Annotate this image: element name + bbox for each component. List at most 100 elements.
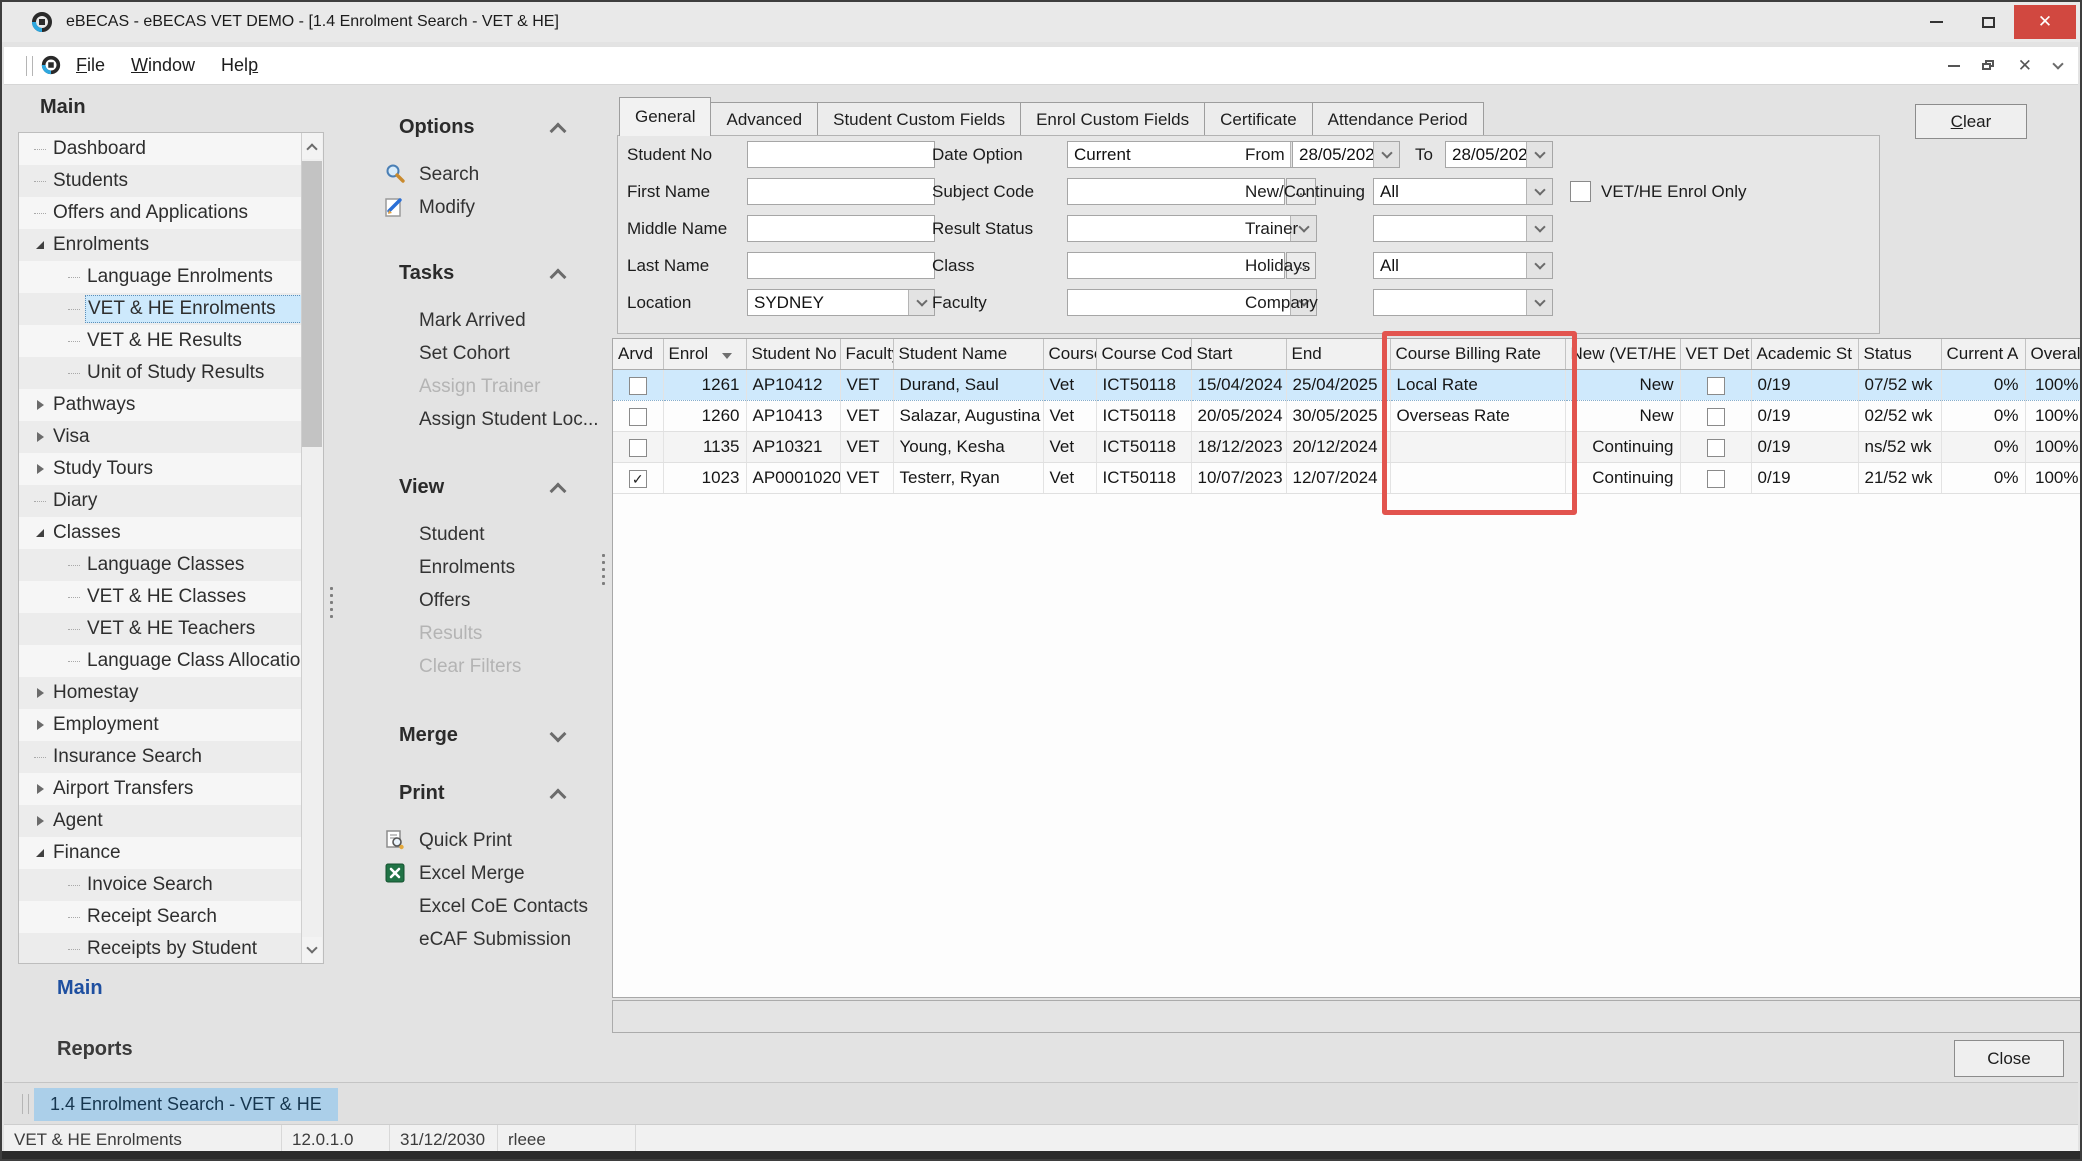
sidebar-item-language-enrolments[interactable]: Language Enrolments <box>19 261 302 293</box>
sidebar-item-diary[interactable]: Diary <box>19 485 302 517</box>
menu-help[interactable]: Help <box>221 55 258 76</box>
sidebar-item-enrolments[interactable]: Enrolments <box>19 229 302 261</box>
tree-scrollbar[interactable] <box>301 133 323 963</box>
window-close-button[interactable]: ✕ <box>2014 5 2076 39</box>
col-student-no[interactable]: Student No <box>746 339 840 370</box>
menu-window[interactable]: Window <box>131 55 195 76</box>
window-maximize-button[interactable] <box>1962 5 2014 39</box>
last-name-input[interactable] <box>747 252 935 279</box>
toolbar-grip[interactable] <box>26 56 33 76</box>
close-button[interactable]: Close <box>1954 1040 2064 1077</box>
table-row[interactable]: 1261 AP10412 VET Durand, Saul Vet ICT501… <box>613 370 2082 401</box>
splitter-handle-left[interactable] <box>330 587 333 618</box>
dropdown-button[interactable] <box>1526 179 1552 204</box>
new-continuing-select[interactable]: All <box>1373 178 1553 205</box>
sidebar-item-study-tours[interactable]: Study Tours <box>19 453 302 485</box>
sidebar-item-classes[interactable]: Classes <box>19 517 302 549</box>
trainer-select[interactable] <box>1373 215 1553 242</box>
dropdown-button[interactable] <box>908 290 934 315</box>
holidays-select[interactable]: All <box>1373 252 1553 279</box>
action-ecaf-submission[interactable]: eCAF Submission <box>342 923 602 956</box>
action-search[interactable]: Search <box>342 158 602 191</box>
vet-det-checkbox[interactable] <box>1707 408 1725 426</box>
mdi-minimize-button[interactable] <box>1948 65 1960 67</box>
sidebar-item-agent[interactable]: Agent <box>19 805 302 837</box>
col-student-name[interactable]: Student Name <box>893 339 1043 370</box>
arrived-checkbox[interactable] <box>629 408 647 426</box>
dropdown-button[interactable] <box>1526 142 1552 167</box>
splitter-handle-right[interactable] <box>602 554 605 585</box>
arrived-checkbox-checked[interactable]: ✓ <box>629 470 647 488</box>
action-quick-print[interactable]: Quick Print <box>342 824 602 857</box>
dropdown-button[interactable] <box>1526 253 1552 278</box>
nav-section-reports[interactable]: Reports <box>57 1038 133 1061</box>
tab-general[interactable]: General <box>619 97 711 136</box>
sidebar-item-receipt-search[interactable]: Receipt Search <box>19 901 302 933</box>
print-section-header[interactable]: Print <box>342 782 602 808</box>
tab-advanced[interactable]: Advanced <box>710 102 818 136</box>
taskbar-grip[interactable] <box>22 1094 29 1114</box>
menu-file[interactable]: File <box>76 55 105 76</box>
options-section-header[interactable]: Options <box>342 116 602 142</box>
col-arvd[interactable]: Arvd <box>613 339 663 370</box>
col-course[interactable]: Course <box>1043 339 1096 370</box>
action-view-offers[interactable]: Offers <box>342 584 602 617</box>
tab-certificate[interactable]: Certificate <box>1204 102 1313 136</box>
nav-section-main[interactable]: Main <box>57 977 103 1000</box>
vet-det-checkbox[interactable] <box>1707 470 1725 488</box>
tasks-section-header[interactable]: Tasks <box>342 262 602 288</box>
scroll-down-button[interactable] <box>302 937 322 963</box>
from-date-select[interactable]: 28/05/2024 <box>1292 141 1400 168</box>
table-row[interactable]: ✓ 1023 AP0001020 VET Testerr, Ryan Vet I… <box>613 463 2082 494</box>
sidebar-item-homestay[interactable]: Homestay <box>19 677 302 709</box>
action-assign-student-location[interactable]: Assign Student Loc... <box>342 403 602 436</box>
col-new-vet-he[interactable]: New (VET/HE C <box>1565 339 1680 370</box>
sidebar-item-finance[interactable]: Finance <box>19 837 302 869</box>
mdi-restore-button[interactable] <box>1982 60 1996 72</box>
action-view-enrolments[interactable]: Enrolments <box>342 551 602 584</box>
col-academic-status[interactable]: Academic St <box>1751 339 1858 370</box>
arrived-checkbox[interactable] <box>629 439 647 457</box>
view-section-header[interactable]: View <box>342 476 602 502</box>
sidebar-item-vet-he-teachers[interactable]: VET & HE Teachers <box>19 613 302 645</box>
mdi-menu-chevron-icon[interactable] <box>2052 58 2063 69</box>
vet-det-checkbox[interactable] <box>1707 377 1725 395</box>
col-status[interactable]: Status <box>1858 339 1941 370</box>
sidebar-item-vet-he-results[interactable]: VET & HE Results <box>19 325 302 357</box>
window-minimize-button[interactable] <box>1910 5 1962 39</box>
first-name-input[interactable] <box>747 178 935 205</box>
open-window-tab[interactable]: 1.4 Enrolment Search - VET & HE <box>34 1088 338 1121</box>
sidebar-item-dashboard[interactable]: Dashboard <box>19 133 302 165</box>
action-excel-merge[interactable]: Excel Merge <box>342 857 602 890</box>
to-date-select[interactable]: 28/05/2024 <box>1445 141 1553 168</box>
sidebar-item-language-class-allocation[interactable]: Language Class Allocation <box>19 645 302 677</box>
location-select[interactable]: SYDNEY <box>747 289 935 316</box>
sidebar-item-vet-he-enrolments[interactable]: VET & HE Enrolments <box>19 293 302 325</box>
col-vet-details[interactable]: VET Det <box>1680 339 1751 370</box>
dropdown-button[interactable] <box>1373 142 1399 167</box>
table-row[interactable]: 1135 AP10321 VET Young, Kesha Vet ICT501… <box>613 432 2082 463</box>
tab-student-custom-fields[interactable]: Student Custom Fields <box>817 102 1021 136</box>
sidebar-item-employment[interactable]: Employment <box>19 709 302 741</box>
col-start[interactable]: Start <box>1191 339 1286 370</box>
sidebar-item-unit-of-study-results[interactable]: Unit of Study Results <box>19 357 302 389</box>
sidebar-item-language-classes[interactable]: Language Classes <box>19 549 302 581</box>
col-enrol[interactable]: Enrol <box>663 339 746 370</box>
middle-name-input[interactable] <box>747 215 935 242</box>
sidebar-item-students[interactable]: Students <box>19 165 302 197</box>
scrollbar-thumb[interactable] <box>302 161 322 447</box>
sidebar-item-insurance-search[interactable]: Insurance Search <box>19 741 302 773</box>
company-select[interactable] <box>1373 289 1553 316</box>
dropdown-button[interactable] <box>1526 290 1552 315</box>
merge-section-header[interactable]: Merge <box>342 724 602 750</box>
action-modify[interactable]: Modify <box>342 191 602 224</box>
tab-attendance-period[interactable]: Attendance Period <box>1312 102 1484 136</box>
vet-he-enrol-only-checkbox[interactable] <box>1570 181 1591 202</box>
col-overall-attendance[interactable]: Overall At <box>2025 339 2082 370</box>
scroll-up-button[interactable] <box>302 133 322 159</box>
sidebar-item-receipts-by-student[interactable]: Receipts by Student <box>19 933 302 963</box>
arrived-checkbox[interactable] <box>629 377 647 395</box>
col-current-attendance[interactable]: Current A <box>1941 339 2025 370</box>
sidebar-item-pathways[interactable]: Pathways <box>19 389 302 421</box>
action-set-cohort[interactable]: Set Cohort <box>342 337 602 370</box>
